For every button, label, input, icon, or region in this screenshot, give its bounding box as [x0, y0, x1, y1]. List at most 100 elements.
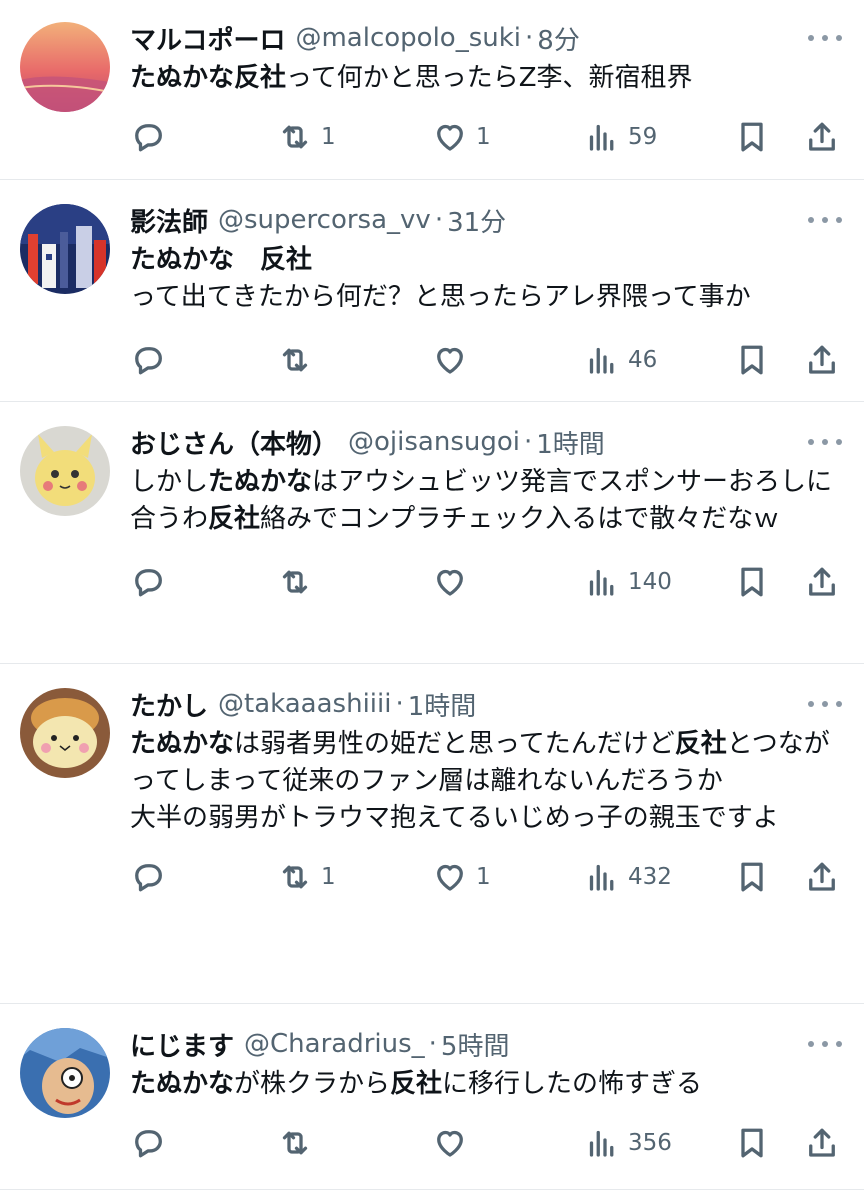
- author-name[interactable]: 影法師: [130, 202, 208, 239]
- views-icon: [589, 347, 614, 374]
- bold-term: 反社: [234, 63, 287, 93]
- tweet[interactable]: 影法師 @supercorsa_vv · 31分 たぬかな 反社 って出てきたか…: [0, 180, 864, 402]
- views-button[interactable]: 59: [584, 117, 657, 157]
- heart-icon: [437, 569, 463, 596]
- like-button[interactable]: 1: [432, 857, 491, 897]
- reply-button[interactable]: [130, 562, 174, 602]
- reply-button[interactable]: [130, 1123, 174, 1163]
- action-bar: 356: [130, 1123, 844, 1163]
- bookmark-icon: [741, 1128, 763, 1158]
- more-icon[interactable]: [808, 215, 842, 225]
- bookmark-button[interactable]: [734, 340, 770, 380]
- share-button[interactable]: [804, 340, 840, 380]
- retweet-icon: [282, 348, 308, 372]
- text-segment: しかし: [130, 467, 209, 497]
- heart-icon: [437, 1130, 463, 1157]
- avatar[interactable]: [20, 426, 110, 516]
- bookmark-button[interactable]: [734, 562, 770, 602]
- bookmark-button[interactable]: [734, 117, 770, 157]
- share-button[interactable]: [804, 562, 840, 602]
- views-count: 432: [628, 864, 672, 890]
- heart-icon: [437, 347, 463, 374]
- timestamp[interactable]: 5時間: [441, 1026, 510, 1063]
- tweet[interactable]: おじさん（本物） @ojisansugoi · 1時間 しかしたぬかなはアウシュ…: [0, 402, 864, 664]
- views-count: 59: [628, 124, 658, 150]
- tweet-text: たぬかなは弱者男性の姫だと思ってたんだけど反社とつながってしまって従来のファン層…: [130, 726, 844, 837]
- views-button[interactable]: 140: [584, 562, 672, 602]
- author-handle[interactable]: @supercorsa_vv: [218, 205, 431, 235]
- views-button[interactable]: 356: [584, 1123, 672, 1163]
- retweet-button[interactable]: [277, 562, 321, 602]
- tweet[interactable]: たかし @takaaashiiii · 1時間 たぬかなは弱者男性の姫だと思って…: [0, 664, 864, 1004]
- timestamp[interactable]: 1時間: [408, 686, 477, 723]
- author-name[interactable]: にじます: [130, 1026, 234, 1063]
- like-button[interactable]: [432, 1123, 476, 1163]
- views-icon: [589, 1130, 614, 1157]
- reply-icon: [135, 124, 162, 152]
- retweet-button[interactable]: 1: [277, 117, 336, 157]
- share-button[interactable]: [804, 1123, 840, 1163]
- share-button[interactable]: [804, 857, 840, 897]
- retweet-icon: [282, 125, 308, 149]
- timestamp[interactable]: 31分: [447, 202, 506, 239]
- avatar[interactable]: [20, 204, 110, 294]
- tweet[interactable]: マルコポーロ @malcopolo_suki · 8分 たぬかな反社って何かと思…: [0, 0, 864, 180]
- action-bar: 1 1 432: [130, 857, 844, 897]
- avatar[interactable]: [20, 688, 110, 778]
- reply-button[interactable]: [130, 340, 174, 380]
- bookmark-icon: [741, 345, 763, 375]
- separator-dot: ·: [395, 689, 404, 719]
- timeline-feed: マルコポーロ @malcopolo_suki · 8分 たぬかな反社って何かと思…: [0, 0, 864, 1190]
- share-button[interactable]: [804, 117, 840, 157]
- views-icon: [589, 124, 614, 151]
- bold-term: たぬかな: [208, 467, 313, 497]
- like-button[interactable]: [432, 340, 476, 380]
- author-handle[interactable]: @Charadrius_: [244, 1029, 425, 1059]
- text-segment: って出てきたから何だ？と思ったらアレ界隈って事か: [130, 282, 751, 312]
- reply-icon: [135, 347, 162, 375]
- tweet[interactable]: にじます @Charadrius_ · 5時間 たぬかなが株クラから反社に移行し…: [0, 1004, 864, 1190]
- avatar[interactable]: [20, 1028, 110, 1118]
- tweet-text: たぬかなが株クラから反社に移行したの怖すぎる: [130, 1066, 844, 1103]
- more-icon[interactable]: [808, 437, 842, 447]
- reply-button[interactable]: [130, 857, 174, 897]
- author-name[interactable]: マルコポーロ: [130, 20, 285, 57]
- bookmark-icon: [741, 862, 763, 892]
- retweet-icon: [282, 570, 308, 594]
- share-icon: [809, 122, 835, 151]
- views-count: 356: [628, 1130, 672, 1156]
- bold-term: 反社: [390, 1069, 443, 1099]
- timestamp[interactable]: 1時間: [536, 424, 605, 461]
- more-icon[interactable]: [808, 33, 842, 43]
- bookmark-button[interactable]: [734, 1123, 770, 1163]
- author-handle[interactable]: @ojisansugoi: [348, 427, 520, 457]
- like-button[interactable]: [432, 562, 476, 602]
- more-icon[interactable]: [808, 699, 842, 709]
- views-count: 140: [628, 569, 672, 595]
- author-handle[interactable]: @malcopolo_suki: [295, 23, 521, 53]
- tweet-text: しかしたぬかなはアウシュビッツ発言でスポンサーおろしに合うわ反社絡みでコンプラチ…: [130, 464, 844, 538]
- retweet-button[interactable]: 1: [277, 857, 336, 897]
- reply-button[interactable]: [130, 117, 174, 157]
- separator-dot: ·: [428, 1029, 437, 1059]
- share-icon: [809, 862, 835, 891]
- bookmark-icon: [741, 122, 763, 152]
- avatar[interactable]: [20, 22, 110, 112]
- share-icon: [809, 567, 835, 596]
- tweet-text: たぬかな反社って何かと思ったらZ李、新宿租界: [130, 60, 844, 97]
- author-handle[interactable]: @takaaashiiii: [218, 689, 391, 719]
- retweet-button[interactable]: [277, 1123, 321, 1163]
- bold-term: たぬかな: [130, 63, 235, 93]
- timestamp[interactable]: 8分: [537, 20, 580, 57]
- author-name[interactable]: おじさん（本物）: [130, 424, 338, 461]
- views-button[interactable]: 432: [584, 857, 672, 897]
- more-icon[interactable]: [808, 1039, 842, 1049]
- views-button[interactable]: 46: [584, 340, 657, 380]
- like-button[interactable]: 1: [432, 117, 491, 157]
- author-name[interactable]: たかし: [130, 686, 208, 723]
- bookmark-button[interactable]: [734, 857, 770, 897]
- retweet-icon: [282, 865, 308, 889]
- retweet-button[interactable]: [277, 340, 321, 380]
- views-count: 46: [628, 347, 658, 373]
- text-segment: が株クラから: [234, 1069, 391, 1099]
